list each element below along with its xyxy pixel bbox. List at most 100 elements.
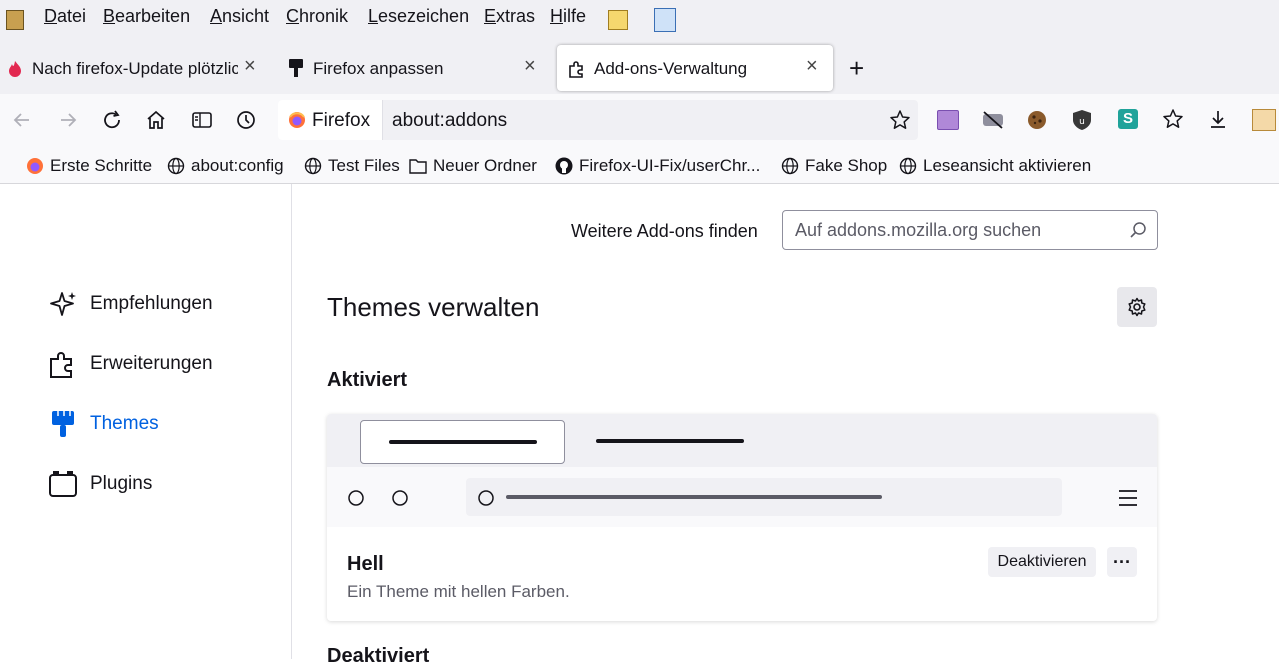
bookmark-erste-schritte[interactable]: Erste Schritte (26, 156, 152, 176)
sidebar-icon (192, 112, 212, 128)
tab-firefox-update[interactable]: Nach firefox-Update plötzlich × (0, 45, 268, 91)
category-label: Erweiterungen (90, 353, 213, 374)
puzzle-icon (50, 352, 72, 378)
download-icon[interactable] (1207, 108, 1229, 130)
menu-ansicht[interactable]: Ansicht (210, 6, 269, 27)
paintbrush-icon (289, 59, 303, 77)
folder-icon (409, 159, 427, 174)
url-text[interactable]: about:addons (392, 110, 507, 132)
theme-preview-tabstrip (327, 414, 1157, 467)
forward-button[interactable] (54, 106, 82, 134)
tab-bar: Nach firefox-Update plötzlich × Firefox … (0, 36, 1279, 94)
circle-icon (478, 490, 494, 506)
menu-datei[interactable]: Datei (44, 6, 86, 27)
circle-icon (348, 490, 364, 506)
category-label: Empfehlungen (90, 293, 213, 314)
checklist-icon[interactable] (654, 8, 676, 32)
page-title: Themes verwalten (327, 292, 540, 322)
tab-addons-verwaltung[interactable]: Add-ons-Verwaltung × (557, 45, 833, 91)
clock-icon (237, 111, 255, 129)
firefox-icon (289, 112, 305, 128)
bookmark-neuer-ordner[interactable]: Neuer Ordner (409, 156, 537, 176)
category-empfehlungen[interactable]: Empfehlungen (48, 289, 213, 319)
bookmark-label: about:config (191, 156, 284, 175)
extension-tabs-icon[interactable] (937, 110, 959, 130)
bookmark-leseansicht[interactable]: Leseansicht aktivieren (899, 156, 1091, 176)
reload-button[interactable] (98, 106, 126, 134)
theme-name: Hell (347, 553, 384, 575)
github-icon (555, 157, 573, 175)
new-tab-button[interactable]: + (849, 55, 864, 81)
bookmark-fake-shop[interactable]: Fake Shop (781, 156, 887, 176)
theme-description: Ein Theme mit hellen Farben. (347, 582, 570, 601)
star-list-icon[interactable] (1162, 108, 1184, 130)
flame-icon (9, 61, 21, 77)
menu-lesezeichen[interactable]: Lesezeichen (368, 6, 469, 27)
globe-icon (304, 157, 322, 175)
deactivate-button[interactable]: Deaktivieren (988, 547, 1096, 577)
bookmarks-toolbar: Erste Schritte about:config Test Files N… (0, 148, 1279, 184)
category-plugins[interactable]: Plugins (48, 469, 152, 499)
tab-label: Nach firefox-Update plötzlich (32, 59, 238, 78)
tab-firefox-anpassen[interactable]: Firefox anpassen × (278, 45, 548, 91)
theme-preview-tab (360, 420, 565, 464)
bookmark-firefox-ui-fix[interactable]: Firefox-UI-Fix/userChr... (555, 156, 760, 176)
home-button[interactable] (142, 106, 170, 134)
section-heading-active: Aktiviert (327, 369, 408, 391)
sidebar-toggle-button[interactable] (188, 106, 216, 134)
globe-icon (899, 157, 917, 175)
url-bar[interactable]: Firefox about:addons (278, 100, 918, 140)
category-label: Themes (90, 413, 159, 434)
menu-bearbeiten[interactable]: Bearbeiten (103, 6, 190, 27)
more-options-button[interactable]: ··· (1107, 547, 1137, 577)
search-icon[interactable] (1129, 221, 1147, 239)
plugin-icon (49, 471, 77, 497)
bookmark-about-config[interactable]: about:config (167, 156, 284, 176)
menu-bar: Datei Bearbeiten Ansicht Chronik Lesezei… (0, 0, 1279, 36)
tab-label: Firefox anpassen (313, 59, 444, 78)
hamburger-icon (1119, 490, 1137, 506)
menu-hilfe[interactable]: Hilfe (550, 6, 586, 27)
home-icon (147, 110, 165, 129)
star-icon[interactable] (889, 109, 911, 131)
theme-card[interactable]: Hell Ein Theme mit hellen Farben. Deakti… (327, 414, 1157, 621)
close-icon[interactable]: × (244, 56, 256, 76)
settings-button[interactable] (1117, 287, 1157, 327)
category-themes[interactable]: Themes (48, 409, 159, 439)
close-icon[interactable]: × (806, 56, 818, 76)
history-button[interactable] (232, 106, 260, 134)
reload-icon (104, 110, 120, 129)
ublock-icon[interactable]: u (1072, 109, 1092, 131)
addons-search-box[interactable] (782, 210, 1158, 250)
notepad-icon[interactable] (608, 10, 628, 30)
section-heading-inactive: Deaktiviert (327, 645, 430, 667)
calendar-icon[interactable] (1252, 109, 1276, 131)
theme-preview-toolbar (327, 467, 1157, 527)
tab-label: Add-ons-Verwaltung (594, 59, 748, 78)
arrow-right-icon (61, 113, 77, 127)
cookie-icon[interactable] (1027, 110, 1047, 130)
identity-box[interactable]: Firefox (278, 100, 383, 140)
addons-search-input[interactable] (783, 211, 1117, 249)
arrow-left-icon (13, 113, 29, 127)
menu-extras[interactable]: Extras (484, 6, 535, 27)
gear-icon (1128, 297, 1146, 317)
bookmark-test-files[interactable]: Test Files (304, 156, 400, 176)
globe-icon (781, 157, 799, 175)
category-erweiterungen[interactable]: Erweiterungen (48, 349, 213, 379)
brush-icon (52, 411, 74, 437)
menu-chronik[interactable]: Chronik (286, 6, 348, 27)
circle-icon (392, 490, 408, 506)
globe-icon (167, 157, 185, 175)
back-button[interactable] (8, 106, 36, 134)
zip-icon[interactable] (6, 10, 24, 30)
close-icon[interactable]: × (524, 56, 536, 76)
stylus-icon[interactable]: S (1118, 109, 1138, 129)
bookmark-label: Erste Schritte (50, 156, 153, 175)
sparkle-icon (50, 292, 76, 316)
svg-text:u: u (1079, 117, 1085, 127)
visibility-off-icon[interactable] (982, 110, 1004, 130)
find-addons-label: Weitere Add-ons finden (571, 221, 758, 241)
bookmark-label: Leseansicht aktivieren (923, 156, 1092, 175)
category-label: Plugins (90, 473, 153, 494)
